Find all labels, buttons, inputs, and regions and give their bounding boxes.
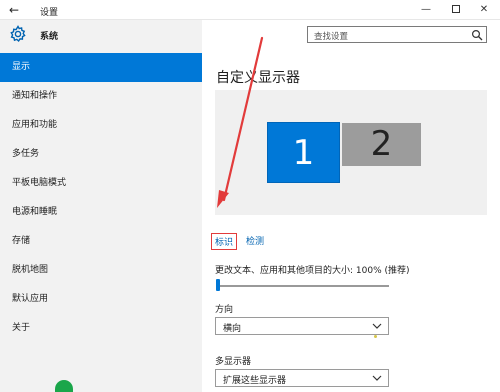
- identify-link[interactable]: 标识: [211, 233, 238, 250]
- cursor-dot: [374, 335, 377, 338]
- scale-label: 更改文本、应用和其他项目的大小: 100% (推荐): [215, 266, 410, 276]
- scale-slider-thumb[interactable]: [216, 279, 220, 291]
- maximize-icon: [452, 5, 460, 13]
- sidebar-item-offline-maps[interactable]: 脱机地图: [0, 256, 202, 285]
- orientation-value: 横向: [223, 324, 242, 334]
- orientation-label: 方向: [215, 305, 234, 315]
- chevron-down-icon: [372, 322, 382, 330]
- sidebar-item-display[interactable]: 显示: [0, 53, 202, 82]
- sidebar-item-about[interactable]: 关于: [0, 314, 202, 343]
- display-arrangement: 1 2: [215, 90, 487, 215]
- sidebar-item-default-apps[interactable]: 默认应用: [0, 285, 202, 314]
- detect-link[interactable]: 检测: [246, 234, 264, 247]
- maximize-button[interactable]: [448, 2, 464, 18]
- sidebar-item-power-sleep[interactable]: 电源和睡眠: [0, 198, 202, 227]
- multi-display-value: 扩展这些显示器: [223, 376, 287, 386]
- title-bar: ← 设置 — ✕: [0, 0, 500, 20]
- sidebar-header-label: 系统: [40, 32, 59, 42]
- sidebar-header[interactable]: 系统: [0, 20, 202, 48]
- sidebar-item-storage[interactable]: 存储: [0, 227, 202, 256]
- taskbar-app-icon: [55, 380, 73, 392]
- multi-display-label: 多显示器: [215, 357, 252, 367]
- page-title: 自定义显示器: [216, 70, 300, 86]
- main-content: 查找设置 自定义显示器 1 2 标识 检测 更改文本、应用和其他项目的大小: 1…: [202, 20, 500, 392]
- orientation-dropdown[interactable]: 横向: [215, 317, 389, 335]
- sidebar: 系统 显示 通知和操作 应用和功能 多任务 平板电脑模式 电源和睡眠 存储 脱机…: [0, 20, 202, 392]
- sidebar-nav: 显示 通知和操作 应用和功能 多任务 平板电脑模式 电源和睡眠 存储 脱机地图 …: [0, 53, 202, 343]
- sidebar-item-apps[interactable]: 应用和功能: [0, 111, 202, 140]
- search-input[interactable]: 查找设置: [307, 26, 487, 43]
- minimize-button[interactable]: —: [418, 2, 434, 18]
- close-button[interactable]: ✕: [476, 2, 492, 18]
- scale-slider-track[interactable]: [217, 285, 389, 287]
- sidebar-item-tablet-mode[interactable]: 平板电脑模式: [0, 169, 202, 198]
- sidebar-item-multitasking[interactable]: 多任务: [0, 140, 202, 169]
- monitor-1[interactable]: 1: [267, 122, 340, 183]
- search-placeholder: 查找设置: [314, 32, 349, 42]
- gear-icon: [9, 25, 27, 43]
- window-title: 设置: [40, 8, 59, 18]
- search-icon[interactable]: [471, 29, 483, 41]
- sidebar-item-notifications[interactable]: 通知和操作: [0, 82, 202, 111]
- back-button[interactable]: ←: [6, 2, 22, 18]
- multi-display-dropdown[interactable]: 扩展这些显示器: [215, 369, 389, 387]
- monitor-2[interactable]: 2: [342, 123, 421, 166]
- chevron-down-icon: [372, 374, 382, 382]
